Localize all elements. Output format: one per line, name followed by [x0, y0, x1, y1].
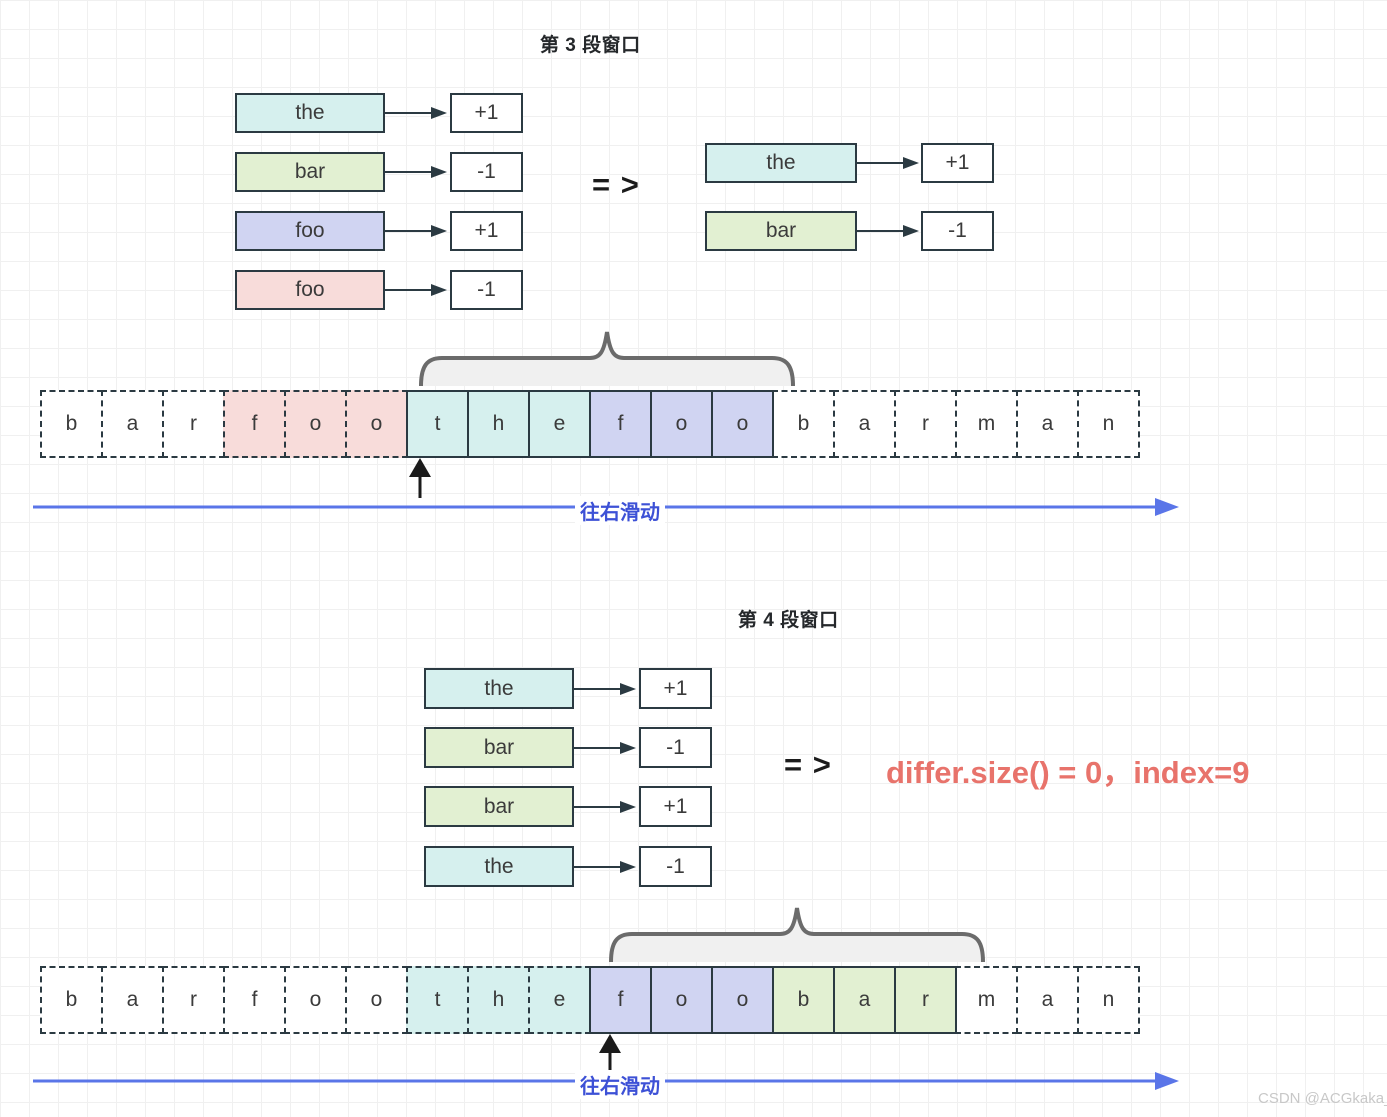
char-cell: f — [589, 966, 652, 1034]
char-cell: o — [711, 966, 774, 1034]
connector-arrow-icon — [574, 682, 637, 696]
char-cell: o — [650, 390, 713, 458]
connector-arrow-icon — [574, 800, 637, 814]
slide-direction-label: 往右滑动 — [575, 1070, 665, 1099]
word-box: foo — [235, 211, 385, 251]
window-start-pointer-icon — [598, 1034, 622, 1074]
char-cell: m — [955, 966, 1018, 1034]
word-box: the — [424, 668, 574, 709]
char-cell: h — [467, 966, 530, 1034]
char-cell: f — [223, 390, 286, 458]
window-brace — [418, 330, 796, 386]
word-box: bar — [235, 152, 385, 192]
value-box: +1 — [450, 211, 523, 251]
value-box: +1 — [450, 93, 523, 133]
implies-arrow-symbol: = > — [592, 167, 640, 202]
connector-arrow-icon — [857, 156, 920, 170]
char-cell: b — [772, 966, 835, 1034]
char-cell: f — [223, 966, 286, 1034]
result-text: differ.size() = 0，index=9 — [886, 755, 1250, 790]
word-box: bar — [424, 786, 574, 827]
value-box: -1 — [639, 727, 712, 768]
window-start-pointer-icon — [408, 458, 432, 498]
char-cell: r — [894, 390, 957, 458]
value-box: -1 — [639, 846, 712, 887]
value-box: +1 — [639, 786, 712, 827]
implies-arrow-symbol: = > — [784, 747, 832, 782]
char-cell: b — [772, 390, 835, 458]
word-box: the — [705, 143, 857, 183]
value-box: -1 — [450, 152, 523, 192]
char-cell: r — [162, 390, 225, 458]
char-cell: o — [650, 966, 713, 1034]
section-1-title: 第 3 段窗口 — [540, 35, 641, 56]
char-cell: a — [1016, 966, 1079, 1034]
char-cell: f — [589, 390, 652, 458]
char-cell: h — [467, 390, 530, 458]
value-box: +1 — [639, 668, 712, 709]
char-cell: o — [284, 390, 347, 458]
char-cell: o — [345, 390, 408, 458]
char-cell: o — [284, 966, 347, 1034]
char-cell: a — [833, 390, 896, 458]
value-box: +1 — [921, 143, 994, 183]
slide-direction-label: 往右滑动 — [575, 496, 665, 525]
connector-arrow-icon — [574, 860, 637, 874]
char-cell: a — [833, 966, 896, 1034]
char-cell: o — [345, 966, 408, 1034]
char-cell: n — [1077, 390, 1140, 458]
char-cell: b — [40, 390, 103, 458]
word-box: the — [235, 93, 385, 133]
word-box: the — [424, 846, 574, 887]
connector-arrow-icon — [574, 741, 637, 755]
watermark: CSDN @ACGkaka_ — [1258, 1090, 1387, 1107]
char-cell: r — [894, 966, 957, 1034]
char-cell: t — [406, 966, 469, 1034]
char-strip: barfoothefoobarman — [40, 390, 1140, 458]
char-cell: a — [101, 966, 164, 1034]
char-cell: e — [528, 966, 591, 1034]
connector-arrow-icon — [385, 283, 448, 297]
char-cell: e — [528, 390, 591, 458]
char-cell: o — [711, 390, 774, 458]
connector-arrow-icon — [385, 165, 448, 179]
connector-arrow-icon — [857, 224, 920, 238]
value-box: -1 — [450, 270, 523, 310]
char-cell: m — [955, 390, 1018, 458]
char-cell: r — [162, 966, 225, 1034]
char-cell: n — [1077, 966, 1140, 1034]
char-strip: barfoothefoobarman — [40, 966, 1140, 1034]
char-cell: t — [406, 390, 469, 458]
connector-arrow-icon — [385, 224, 448, 238]
value-box: -1 — [921, 211, 994, 251]
connector-arrow-icon — [385, 106, 448, 120]
word-box: bar — [424, 727, 574, 768]
char-cell: b — [40, 966, 103, 1034]
section-2-title: 第 4 段窗口 — [738, 610, 839, 631]
char-cell: a — [101, 390, 164, 458]
window-brace — [608, 906, 986, 962]
word-box: foo — [235, 270, 385, 310]
word-box: bar — [705, 211, 857, 251]
char-cell: a — [1016, 390, 1079, 458]
